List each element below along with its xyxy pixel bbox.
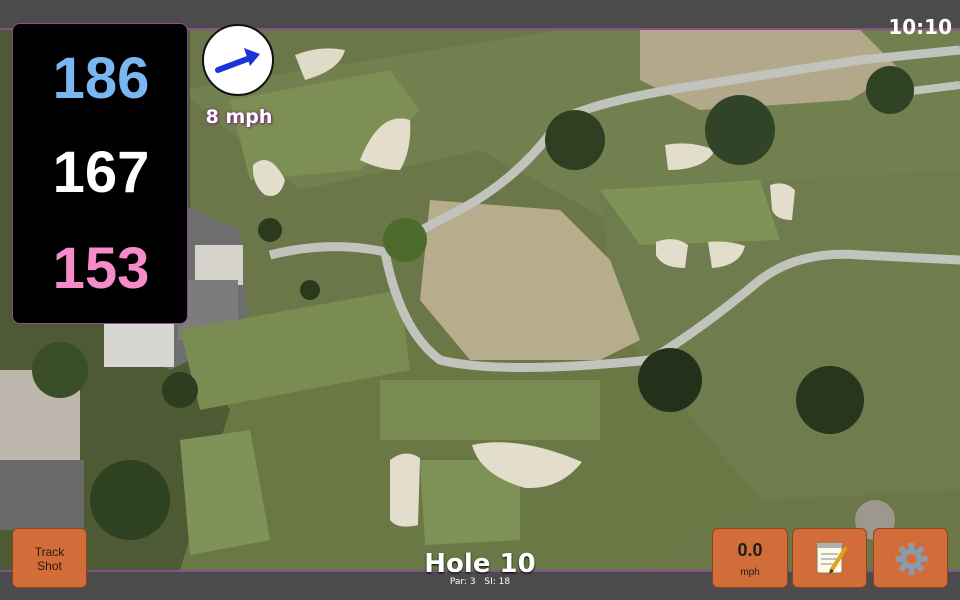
hole-info: Par: 3 SI: 18 [380,577,580,587]
clock-time: 10:10 [888,15,952,39]
notes-button[interactable] [792,528,867,588]
gear-icon [895,543,928,575]
track-shot-label-line2: Shot [37,559,62,573]
distance-panel: 186 167 153 [12,23,188,324]
distance-back: 186 [52,46,150,111]
hole-title: Hole 10 [424,549,536,579]
speed-button[interactable]: 0.0 mph [712,528,788,588]
hole-par: Par: 3 [449,577,476,587]
golf-gps-screen: 10:10 186 167 153 8 mph Track Shot Hole … [0,0,960,600]
track-shot-button[interactable]: Track Shot [12,528,87,588]
notepad-icon [816,542,847,574]
settings-button[interactable] [873,528,948,588]
track-shot-label-line1: Track [34,545,65,559]
wind-speed-label: 8 mph [205,106,273,128]
speed-unit: mph [740,567,760,578]
speed-value: 0.0 [737,540,763,560]
distance-middle: 167 [52,140,150,205]
wind-direction-indicator [202,24,274,96]
distance-front: 153 [52,236,150,301]
wind-arrow-icon [215,48,260,73]
hole-stroke-index: SI: 18 [484,577,511,587]
